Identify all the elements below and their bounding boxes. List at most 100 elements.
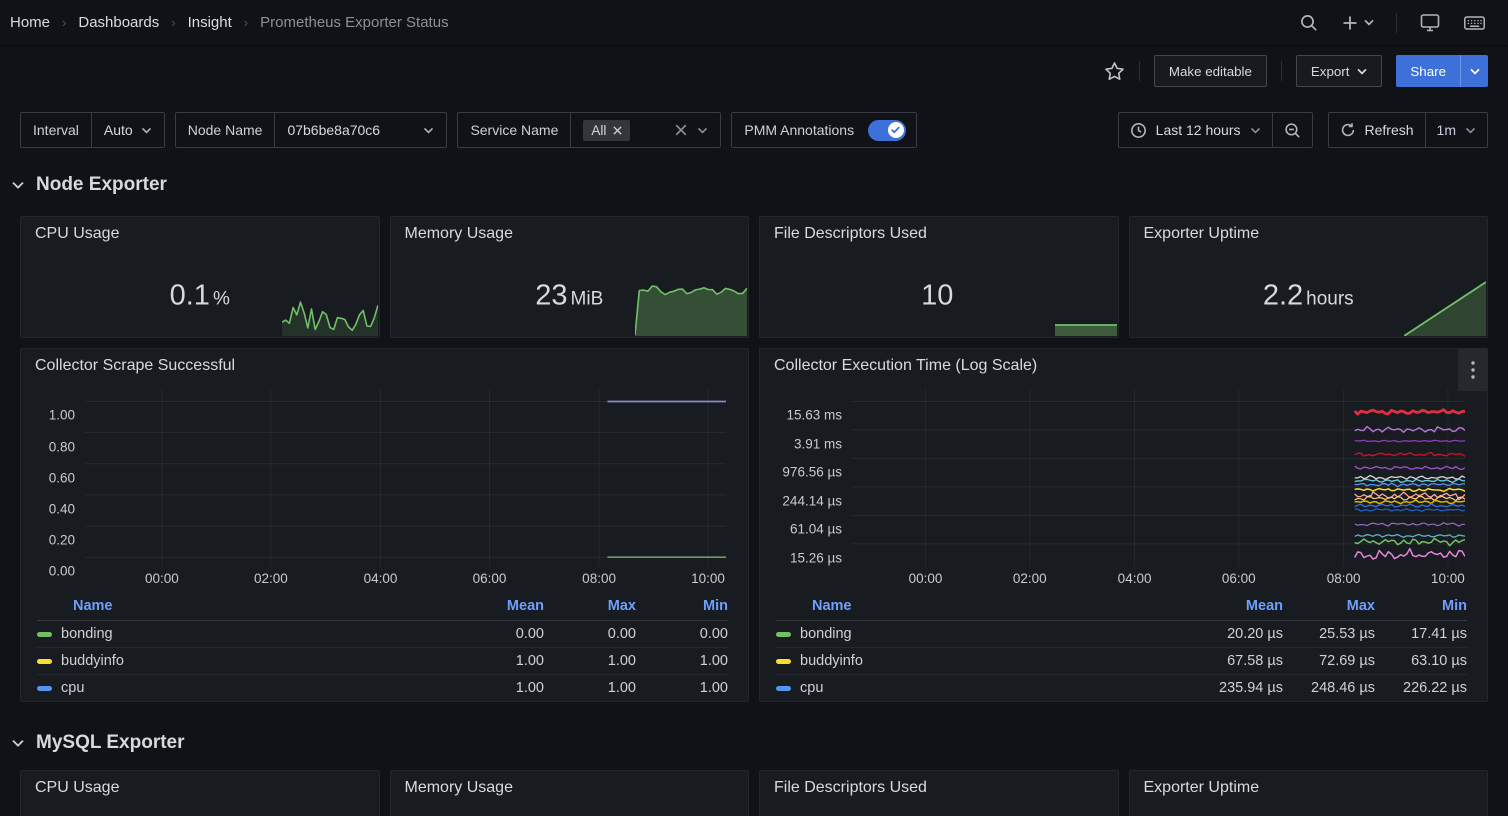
chart-legend: NameMeanMaxMinbonding0.000.000.00buddyin… [37, 595, 728, 702]
y-axis-labels: 15.63 ms3.91 ms976.56 µs244.14 µs61.04 µ… [760, 403, 842, 581]
panel-title[interactable]: Memory Usage [391, 771, 749, 797]
x-axis-tick-label: 06:00 [473, 571, 507, 586]
series-swatch [776, 686, 791, 691]
panel-mysql-file-descriptors-used: File Descriptors Used [759, 770, 1119, 816]
legend-row[interactable]: cpu1.001.001.00 [37, 675, 728, 702]
breadcrumb: Home › Dashboards › Insight › Prometheus… [10, 14, 449, 31]
x-axis-labels: 00:0002:0004:0006:0008:0010:00 [852, 567, 1465, 591]
legend-row[interactable]: bonding20.20 µs25.53 µs17.41 µs [776, 621, 1467, 648]
y-axis-tick-label: 976.56 µs [782, 465, 842, 480]
chevron-down-icon [1465, 127, 1476, 134]
panel-cpu-usage: CPU Usage 0.1% [20, 216, 380, 338]
zoom-out-icon [1284, 122, 1301, 139]
chevron-down-icon [1357, 68, 1367, 75]
panel-file-descriptors-used: File Descriptors Used 10 [759, 216, 1119, 338]
x-axis-tick-label: 04:00 [364, 571, 398, 586]
breadcrumb-separator: › [171, 15, 175, 30]
panel-title[interactable]: Collector Scrape Successful [21, 349, 748, 375]
section-mysql-exporter[interactable]: MySQL Exporter [0, 728, 1508, 758]
y-axis-tick-label: 0.40 [49, 501, 75, 516]
share-menu-caret[interactable] [1460, 55, 1488, 87]
breadcrumb-current-page: Prometheus Exporter Status [260, 14, 448, 31]
x-axis-tick-label: 00:00 [909, 571, 943, 586]
panel-title[interactable]: Exporter Uptime [1130, 771, 1488, 797]
chevron-down-icon [141, 127, 152, 134]
refresh-button[interactable]: Refresh [1329, 113, 1425, 147]
clear-selection-icon [675, 124, 687, 136]
panel-title[interactable]: Exporter Uptime [1130, 217, 1488, 243]
breadcrumb-separator: › [62, 15, 66, 30]
breadcrumb-insight[interactable]: Insight [188, 14, 232, 31]
series-swatch [37, 632, 52, 637]
panel-exporter-uptime: Exporter Uptime 2.2hours [1129, 216, 1489, 338]
service-name-select[interactable]: All [570, 113, 720, 147]
time-range-picker[interactable]: Last 12 hours [1119, 113, 1272, 147]
y-axis-tick-label: 15.63 ms [786, 408, 842, 423]
x-axis-tick-label: 10:00 [691, 571, 725, 586]
panel-mysql-exporter-uptime: Exporter Uptime [1129, 770, 1489, 816]
section-node-exporter[interactable]: Node Exporter [0, 170, 1508, 200]
y-axis-tick-label: 244.14 µs [782, 493, 842, 508]
star-favorite-icon[interactable] [1104, 61, 1125, 82]
breadcrumb-dashboards[interactable]: Dashboards [78, 14, 159, 31]
make-editable-button[interactable]: Make editable [1154, 55, 1267, 87]
legend-header: NameMeanMaxMin [37, 595, 728, 621]
chevron-down-icon [697, 127, 708, 134]
panel-title[interactable]: File Descriptors Used [760, 771, 1118, 797]
x-axis-tick-label: 02:00 [1013, 571, 1047, 586]
add-new-button[interactable] [1341, 14, 1374, 32]
zoom-out-time-button[interactable] [1272, 113, 1312, 147]
x-axis-tick-label: 10:00 [1431, 571, 1465, 586]
interval-select[interactable]: Auto [91, 113, 164, 147]
x-axis-tick-label: 08:00 [1327, 571, 1361, 586]
node-exporter-chart-row: Collector Scrape Successful 1.000.800.60… [0, 348, 1508, 702]
panel-menu-kebab-icon[interactable] [1458, 349, 1487, 391]
legend-row[interactable]: bonding0.000.000.00 [37, 621, 728, 648]
x-axis-tick-label: 00:00 [145, 571, 179, 586]
check-icon [891, 126, 900, 134]
node-name-select[interactable]: 07b6be8a70c6 [274, 113, 446, 147]
refresh-interval-select[interactable]: 1m [1425, 113, 1487, 147]
legend-row[interactable]: buddyinfo67.58 µs72.69 µs63.10 µs [776, 648, 1467, 675]
series-swatch [37, 659, 52, 664]
panel-title[interactable]: CPU Usage [21, 771, 379, 797]
search-icon[interactable] [1299, 13, 1319, 33]
share-button[interactable]: Share [1396, 55, 1460, 87]
export-button[interactable]: Export [1296, 55, 1383, 87]
sparkline [1055, 323, 1117, 336]
y-axis-tick-label: 0.60 [49, 470, 75, 485]
panel-memory-usage: Memory Usage 23MiB [390, 216, 750, 338]
close-icon [613, 126, 622, 135]
legend-row[interactable]: buddyinfo1.001.001.00 [37, 648, 728, 675]
time-range-control: Last 12 hours [1118, 112, 1313, 148]
legend-row[interactable]: cpu235.94 µs248.46 µs226.22 µs [776, 675, 1467, 702]
chart-legend: NameMeanMaxMinbonding20.20 µs25.53 µs17.… [776, 595, 1467, 702]
keyboard-shortcuts-icon[interactable] [1463, 12, 1486, 33]
series-swatch [776, 632, 791, 637]
chart-plot[interactable] [852, 389, 1465, 567]
collapse-chevron-icon [12, 181, 24, 189]
y-axis-tick-label: 3.91 ms [794, 436, 842, 451]
top-nav: Home › Dashboards › Insight › Prometheus… [0, 0, 1508, 46]
stat-value: 10 [760, 280, 1118, 313]
sparkline [635, 278, 747, 336]
filter-bar: Interval Auto Node Name 07b6be8a70c6 Ser… [0, 112, 1508, 148]
interval-control: Interval Auto [20, 112, 165, 148]
panel-title[interactable]: Collector Execution Time (Log Scale) [760, 349, 1487, 375]
pmm-annotations-toggle[interactable] [868, 120, 906, 141]
pmm-annotations-control: PMM Annotations [731, 112, 917, 148]
chart-plot[interactable] [85, 389, 726, 567]
service-name-chip-all[interactable]: All [583, 120, 630, 141]
y-axis-tick-label: 0.20 [49, 533, 75, 548]
breadcrumb-home[interactable]: Home [10, 14, 50, 31]
sparkline [282, 286, 378, 336]
panel-title[interactable]: CPU Usage [21, 217, 379, 243]
x-axis-tick-label: 06:00 [1222, 571, 1256, 586]
y-axis-labels: 1.000.800.600.400.200.00 [21, 403, 75, 581]
node-name-control: Node Name 07b6be8a70c6 [175, 112, 448, 148]
divider [1281, 61, 1282, 81]
panel-title[interactable]: File Descriptors Used [760, 217, 1118, 243]
sparkline [1404, 279, 1486, 336]
panel-title[interactable]: Memory Usage [391, 217, 749, 243]
tv-mode-icon[interactable] [1419, 12, 1441, 33]
